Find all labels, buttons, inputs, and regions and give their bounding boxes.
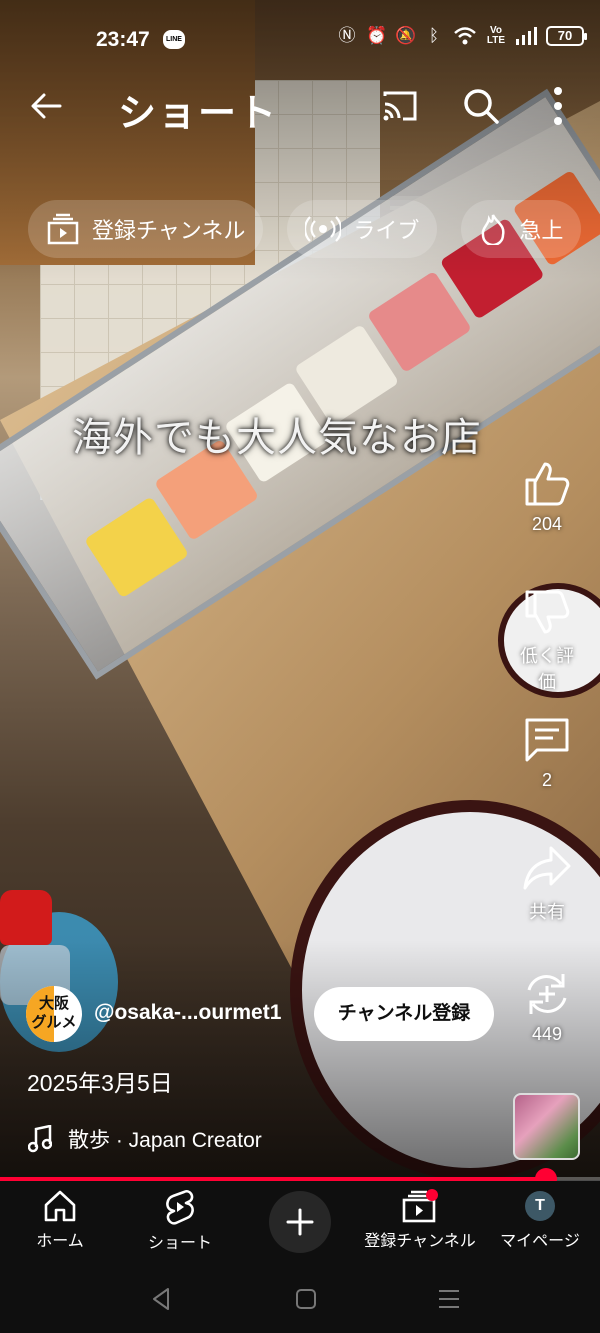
- live-icon: [305, 216, 342, 242]
- like-count: 204: [531, 514, 563, 534]
- nav-shorts-label: ショート: [147, 1235, 212, 1252]
- nav-shorts[interactable]: ショート: [120, 1189, 240, 1253]
- bluetooth-icon: ᛒ: [428, 26, 440, 45]
- like-button[interactable]: 204: [512, 460, 582, 535]
- channel-avatar[interactable]: 大阪 グルメ: [26, 986, 82, 1042]
- back-arrow-icon[interactable]: [28, 88, 64, 124]
- channel-name[interactable]: @osaka-...ourmet1: [94, 1001, 281, 1025]
- system-back-icon[interactable]: [148, 1286, 174, 1312]
- cast-icon[interactable]: [381, 88, 419, 124]
- status-bar: 23:47 LINE Ⓝ ⏰ 🔕 ᛒ Vo LTE 70: [0, 0, 600, 80]
- remix-button[interactable]: 449: [512, 970, 582, 1045]
- channel-avatar-text: 大阪 グルメ: [31, 995, 77, 1031]
- home-icon: [44, 1190, 76, 1222]
- create-button[interactable]: [269, 1191, 331, 1253]
- trending-icon: [482, 214, 505, 245]
- comments-button[interactable]: 2: [512, 716, 582, 791]
- video-caption-text: 海外でも大人気なお店: [72, 415, 482, 461]
- share-button[interactable]: 共有: [512, 844, 582, 924]
- page-title: ショート: [118, 93, 279, 135]
- chip-label: ライブ: [353, 218, 420, 243]
- subscribe-button[interactable]: チャンネル登録: [314, 987, 494, 1041]
- video-date: 2025年3月5日: [27, 1070, 173, 1096]
- thumbs-down-icon: [525, 590, 570, 634]
- share-label: 共有: [529, 902, 565, 922]
- alarm-icon: ⏰: [366, 26, 388, 45]
- battery-icon: 70: [546, 26, 587, 46]
- nav-subscriptions[interactable]: 登録チャンネル: [360, 1189, 480, 1251]
- chip-live[interactable]: ライブ: [287, 200, 438, 258]
- chip-label: 登録チャンネル: [92, 218, 246, 243]
- music-title: 散歩 · Japan Creator: [68, 1129, 262, 1152]
- mute-icon: 🔕: [395, 26, 417, 45]
- bottom-navigation: ホーム ショート 登録チャンネル T マイページ: [0, 1181, 600, 1264]
- dislike-label: 低く評価: [520, 646, 574, 692]
- chip-label: 急上: [519, 218, 564, 243]
- remix-count: 449: [531, 1024, 563, 1044]
- signal-icon: [516, 27, 537, 45]
- subscriptions-icon: [47, 213, 79, 245]
- system-menu-icon[interactable]: [436, 1286, 462, 1312]
- share-icon: [523, 846, 571, 890]
- chip-subscriptions[interactable]: 登録チャンネル: [28, 200, 264, 258]
- thumbs-up-icon: [525, 462, 570, 506]
- comment-icon: [525, 718, 569, 762]
- nav-you[interactable]: T マイページ: [480, 1189, 600, 1251]
- dislike-button[interactable]: 低く評価: [512, 588, 582, 694]
- plus-icon: [286, 1208, 314, 1236]
- remix-icon: [527, 974, 567, 1014]
- more-options-icon[interactable]: [548, 86, 568, 126]
- wifi-icon: [454, 27, 476, 45]
- nav-home[interactable]: ホーム: [0, 1189, 120, 1251]
- music-thumbnail[interactable]: [513, 1093, 580, 1160]
- search-icon[interactable]: [462, 86, 500, 126]
- music-note-icon: [28, 1125, 52, 1153]
- line-app-icon: LINE: [163, 30, 185, 49]
- shorts-icon: [166, 1190, 194, 1225]
- avatar: T: [525, 1191, 555, 1221]
- system-home-icon[interactable]: [293, 1286, 319, 1312]
- music-info[interactable]: 散歩 · Japan Creator: [28, 1124, 262, 1154]
- video-frame[interactable]: [0, 0, 600, 1180]
- volte-icon: Vo LTE: [486, 25, 506, 46]
- status-icons: Ⓝ ⏰ 🔕 ᛒ Vo LTE 70: [337, 25, 587, 46]
- nav-you-label: マイページ: [500, 1233, 580, 1250]
- notification-dot: [426, 1189, 438, 1201]
- nav-home-label: ホーム: [36, 1233, 84, 1250]
- chip-trending[interactable]: 急上: [461, 200, 582, 258]
- nfc-icon: Ⓝ: [338, 26, 356, 45]
- feed-filter-chips: 登録チャンネル ライブ 急上: [28, 200, 582, 258]
- system-navigation: [0, 1264, 600, 1333]
- status-time: 23:47: [96, 28, 150, 51]
- nav-subscriptions-label: 登録チャンネル: [364, 1233, 476, 1250]
- comment-count: 2: [541, 770, 552, 790]
